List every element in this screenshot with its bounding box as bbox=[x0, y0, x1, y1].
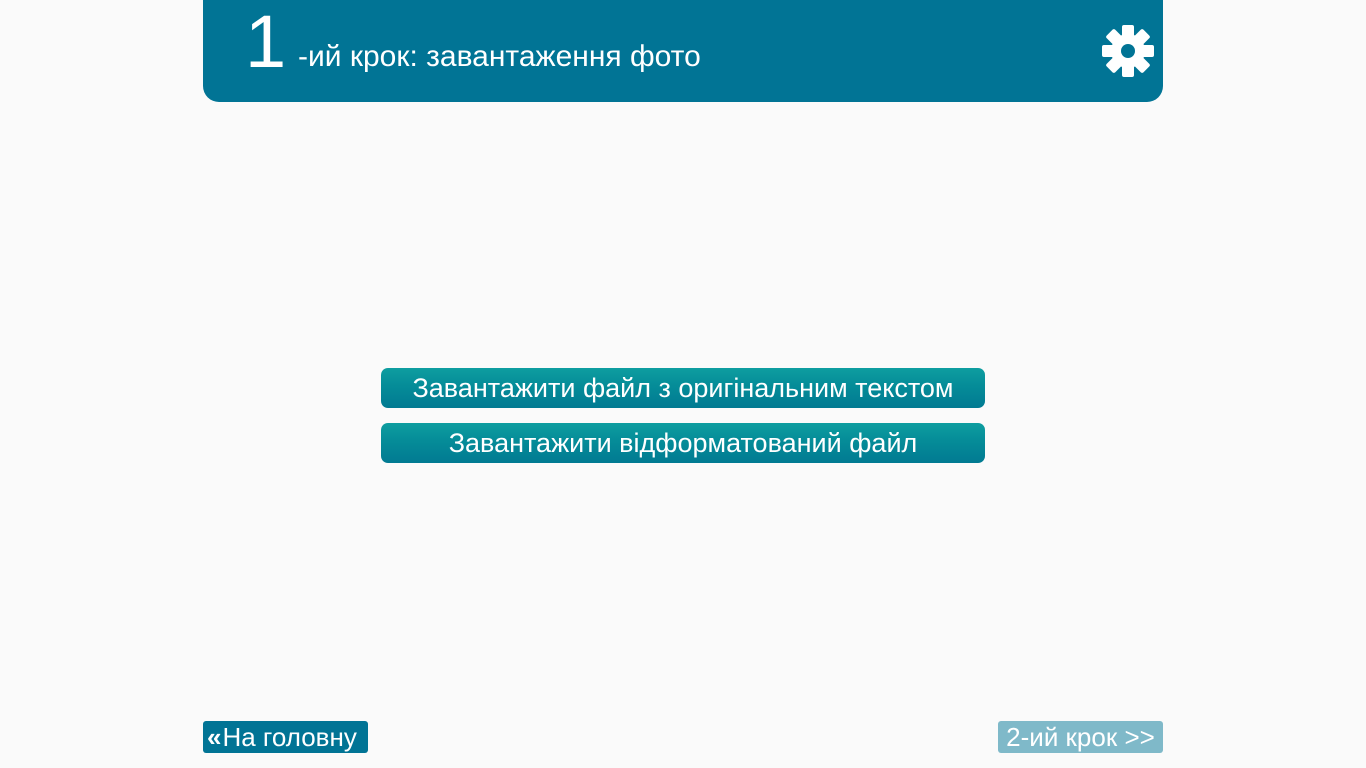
settings-button[interactable] bbox=[1101, 24, 1155, 78]
home-button-label: На головну bbox=[222, 722, 357, 752]
page: 1 -ий крок: завантаження фото Завантажит bbox=[0, 0, 1366, 768]
next-step-button[interactable]: 2-ий крок >> bbox=[998, 721, 1163, 753]
upload-formatted-file-button[interactable]: Завантажити відформатований файл bbox=[381, 423, 985, 463]
double-chevron-left-icon: « bbox=[207, 722, 222, 752]
step-title: -ий крок: завантаження фото bbox=[298, 40, 701, 73]
home-button[interactable]: «На головну bbox=[203, 721, 368, 753]
upload-original-file-button[interactable]: Завантажити файл з оригінальним текстом bbox=[381, 368, 985, 408]
step-number: 1 bbox=[245, 0, 287, 83]
gear-icon bbox=[1102, 25, 1154, 77]
step-header: 1 -ий крок: завантаження фото bbox=[203, 0, 1163, 102]
